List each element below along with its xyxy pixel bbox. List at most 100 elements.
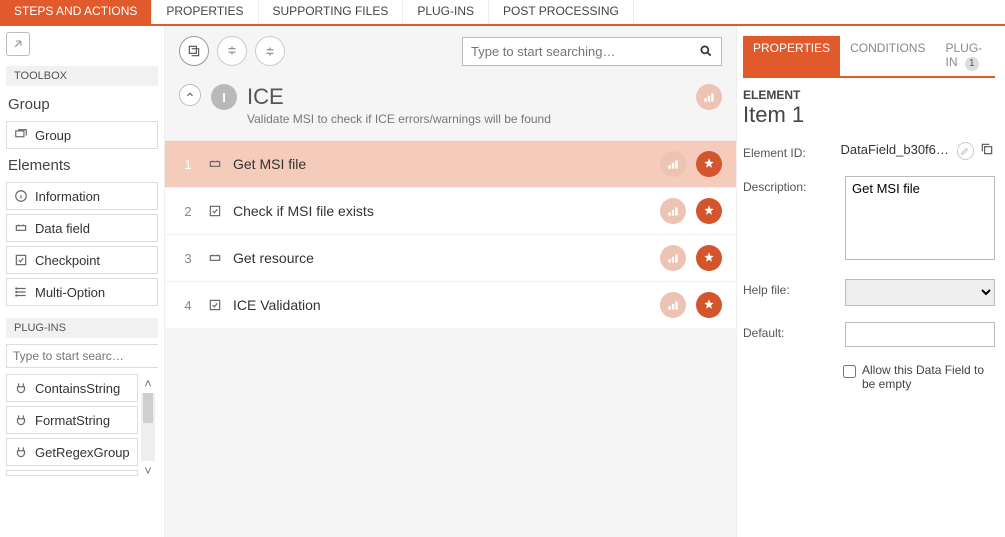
step-label: Check if MSI file exists bbox=[233, 203, 650, 219]
step-action-icon[interactable] bbox=[696, 198, 722, 224]
step-action-icon[interactable] bbox=[696, 292, 722, 318]
plugin-formatstring[interactable]: FormatString bbox=[6, 406, 138, 434]
step-number: 3 bbox=[179, 251, 197, 266]
right-tab-properties[interactable]: PROPERTIES bbox=[743, 36, 840, 76]
step-action-icon[interactable] bbox=[696, 151, 722, 177]
help-file-label: Help file: bbox=[743, 279, 839, 297]
scroll-up-icon[interactable]: ˄ bbox=[144, 376, 152, 391]
step-row[interactable]: 1 Get MSI file bbox=[165, 140, 736, 187]
checkpoint-icon bbox=[13, 252, 29, 268]
group-config-icon[interactable] bbox=[696, 84, 722, 110]
step-label: ICE Validation bbox=[233, 297, 650, 313]
checkpoint-icon bbox=[207, 297, 223, 313]
datafield-icon bbox=[13, 220, 29, 236]
step-row[interactable]: 4ICE Validation bbox=[165, 281, 736, 328]
checkpoint-icon bbox=[207, 203, 223, 219]
step-label: Get resource bbox=[233, 250, 650, 266]
allow-empty-checkbox[interactable] bbox=[843, 365, 856, 378]
collapse-toggle[interactable] bbox=[179, 84, 201, 106]
group-badge: I bbox=[211, 84, 237, 110]
plug-icon bbox=[13, 444, 29, 460]
step-config-icon[interactable] bbox=[660, 151, 686, 177]
edit-id-icon[interactable] bbox=[957, 142, 974, 160]
multioption-icon bbox=[13, 284, 29, 300]
tool-group-label: Group bbox=[35, 128, 71, 143]
tool-data-field[interactable]: Data field bbox=[6, 214, 158, 242]
group-title: ICE bbox=[247, 84, 686, 110]
plugin-search-input[interactable] bbox=[7, 345, 174, 367]
allow-empty-label: Allow this Data Field to be empty bbox=[862, 363, 995, 391]
datafield-icon bbox=[207, 156, 223, 172]
tab-supporting-files[interactable]: SUPPORTING FILES bbox=[259, 0, 404, 24]
help-file-select[interactable] bbox=[845, 279, 995, 306]
plugin-search[interactable] bbox=[6, 344, 158, 368]
top-tab-bar: STEPS AND ACTIONS PROPERTIES SUPPORTING … bbox=[0, 0, 1005, 26]
element-heading: ELEMENT bbox=[743, 88, 995, 102]
element-id-value: DataField_b30f6b… bbox=[841, 142, 951, 157]
info-icon bbox=[13, 188, 29, 204]
step-number: 2 bbox=[179, 204, 197, 219]
tool-checkpoint[interactable]: Checkpoint bbox=[6, 246, 158, 274]
tool-data-field-label: Data field bbox=[35, 221, 90, 236]
toolbar-action-2[interactable] bbox=[217, 36, 247, 66]
steps-toolbar bbox=[165, 26, 736, 76]
tab-post-processing[interactable]: POST PROCESSING bbox=[489, 0, 634, 24]
step-config-icon[interactable] bbox=[660, 245, 686, 271]
steps-search-input[interactable] bbox=[463, 38, 691, 65]
scroll-thumb[interactable] bbox=[143, 393, 153, 423]
toolbox-panel: TOOLBOX Group Group Elements Information… bbox=[0, 26, 164, 537]
tab-steps-actions[interactable]: STEPS AND ACTIONS bbox=[0, 0, 152, 24]
plugin-more-indicator bbox=[6, 470, 138, 476]
step-config-icon[interactable] bbox=[660, 292, 686, 318]
plug-icon bbox=[13, 380, 29, 396]
description-label: Description: bbox=[743, 176, 839, 194]
step-action-icon[interactable] bbox=[696, 245, 722, 271]
tool-group[interactable]: Group bbox=[6, 121, 158, 149]
search-icon[interactable] bbox=[691, 40, 721, 62]
toolbar-action-3[interactable] bbox=[255, 36, 285, 66]
steps-list: 1 Get MSI file 2 Check if MSI file exists 3 G… bbox=[165, 140, 736, 328]
plugin-getregexgroup-label: GetRegexGroup bbox=[35, 445, 130, 460]
step-config-icon[interactable] bbox=[660, 198, 686, 224]
plugin-getregexgroup[interactable]: GetRegexGroup bbox=[6, 438, 138, 466]
properties-tab-bar: PROPERTIES CONDITIONS PLUG-IN 1 bbox=[743, 36, 995, 78]
group-icon bbox=[13, 127, 29, 143]
description-input[interactable] bbox=[845, 176, 995, 260]
plugin-count-badge: 1 bbox=[965, 57, 979, 71]
tool-information-label: Information bbox=[35, 189, 100, 204]
plugin-containsstring[interactable]: ContainsString bbox=[6, 374, 138, 402]
step-row[interactable]: 2 Check if MSI file exists bbox=[165, 187, 736, 234]
tool-multi-option[interactable]: Multi-Option bbox=[6, 278, 158, 306]
element-id-label: Element ID: bbox=[743, 142, 835, 160]
steps-search[interactable] bbox=[462, 37, 722, 66]
plugin-scrollbar[interactable]: ˄ ˅ bbox=[138, 374, 158, 480]
group-section-title: Group bbox=[6, 92, 158, 121]
default-input[interactable] bbox=[845, 322, 995, 347]
properties-panel: PROPERTIES CONDITIONS PLUG-IN 1 ELEMENT … bbox=[737, 26, 1005, 537]
group-header: I ICE Validate MSI to check if ICE error… bbox=[165, 76, 736, 140]
group-subtitle: Validate MSI to check if ICE errors/warn… bbox=[247, 112, 686, 126]
step-label: Get MSI file bbox=[233, 156, 650, 172]
scroll-track[interactable] bbox=[141, 393, 155, 461]
toolbar-action-1[interactable] bbox=[179, 36, 209, 66]
copy-id-icon[interactable] bbox=[980, 142, 995, 158]
datafield-icon bbox=[207, 250, 223, 266]
plugin-formatstring-label: FormatString bbox=[35, 413, 110, 428]
default-label: Default: bbox=[743, 322, 839, 340]
plugins-header: PLUG-INS bbox=[6, 318, 158, 338]
scroll-down-icon[interactable]: ˅ bbox=[144, 463, 152, 478]
step-number: 1 bbox=[179, 157, 197, 172]
element-title: Item 1 bbox=[743, 102, 995, 128]
right-tab-plugin[interactable]: PLUG-IN 1 bbox=[935, 36, 995, 76]
tool-information[interactable]: Information bbox=[6, 182, 158, 210]
tool-multi-option-label: Multi-Option bbox=[35, 285, 105, 300]
toolbox-header: TOOLBOX bbox=[6, 66, 158, 86]
steps-panel: I ICE Validate MSI to check if ICE error… bbox=[164, 26, 737, 537]
expand-arrow-icon[interactable] bbox=[6, 32, 30, 56]
tab-plugins[interactable]: PLUG-INS bbox=[403, 0, 489, 24]
plug-icon bbox=[13, 412, 29, 428]
plugin-containsstring-label: ContainsString bbox=[35, 381, 120, 396]
right-tab-conditions[interactable]: CONDITIONS bbox=[840, 36, 935, 76]
step-row[interactable]: 3 Get resource bbox=[165, 234, 736, 281]
tab-properties[interactable]: PROPERTIES bbox=[152, 0, 258, 24]
